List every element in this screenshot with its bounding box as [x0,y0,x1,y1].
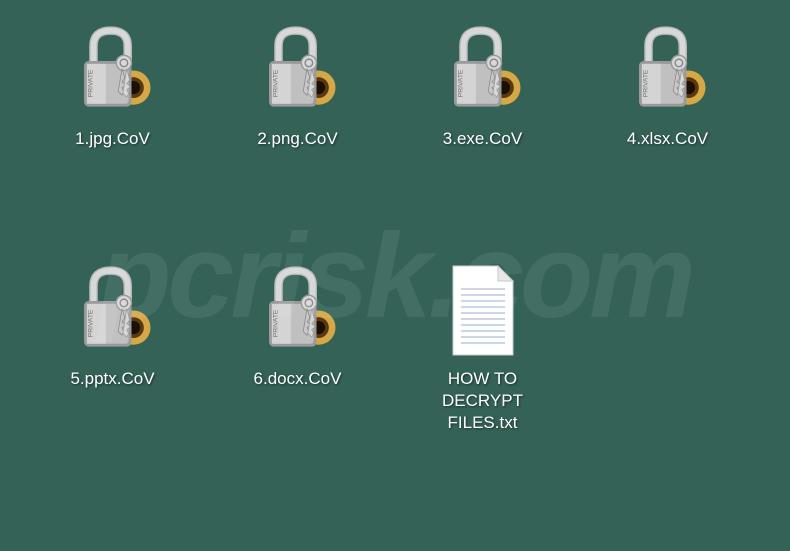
file-label: 2.png.CoV [257,128,337,150]
padlock-icon: PRIVATE [433,20,533,120]
file-label: 4.xlsx.CoV [627,128,708,150]
encrypted-file-1[interactable]: PRIVATE 1.jpg.CoV [30,20,195,250]
svg-text:PRIVATE: PRIVATE [273,309,280,337]
svg-text:PRIVATE: PRIVATE [643,69,650,97]
file-label: 3.exe.CoV [443,128,522,150]
file-label: 1.jpg.CoV [75,128,150,150]
encrypted-file-5[interactable]: PRIVATE 5.pptx.CoV [30,260,195,490]
svg-text:PRIVATE: PRIVATE [88,69,95,97]
padlock-icon: PRIVATE [63,260,163,360]
svg-text:PRIVATE: PRIVATE [273,69,280,97]
file-label: 5.pptx.CoV [70,368,154,390]
desktop-area: PRIVATE 1.jpg.CoV PRIVATE [30,20,760,490]
ransom-note-file[interactable]: HOW TO DECRYPT FILES.txt [400,260,565,490]
encrypted-file-6[interactable]: PRIVATE 6.docx.CoV [215,260,380,490]
padlock-icon: PRIVATE [248,20,348,120]
svg-text:PRIVATE: PRIVATE [458,69,465,97]
file-label: HOW TO DECRYPT FILES.txt [408,368,558,434]
encrypted-file-4[interactable]: PRIVATE 4.xlsx.CoV [585,20,750,250]
padlock-icon: PRIVATE [63,20,163,120]
padlock-icon: PRIVATE [248,260,348,360]
encrypted-file-2[interactable]: PRIVATE 2.png.CoV [215,20,380,250]
file-label: 6.docx.CoV [254,368,342,390]
text-file-icon [433,260,533,360]
encrypted-file-3[interactable]: PRIVATE 3.exe.CoV [400,20,565,250]
padlock-icon: PRIVATE [618,20,718,120]
svg-text:PRIVATE: PRIVATE [88,309,95,337]
